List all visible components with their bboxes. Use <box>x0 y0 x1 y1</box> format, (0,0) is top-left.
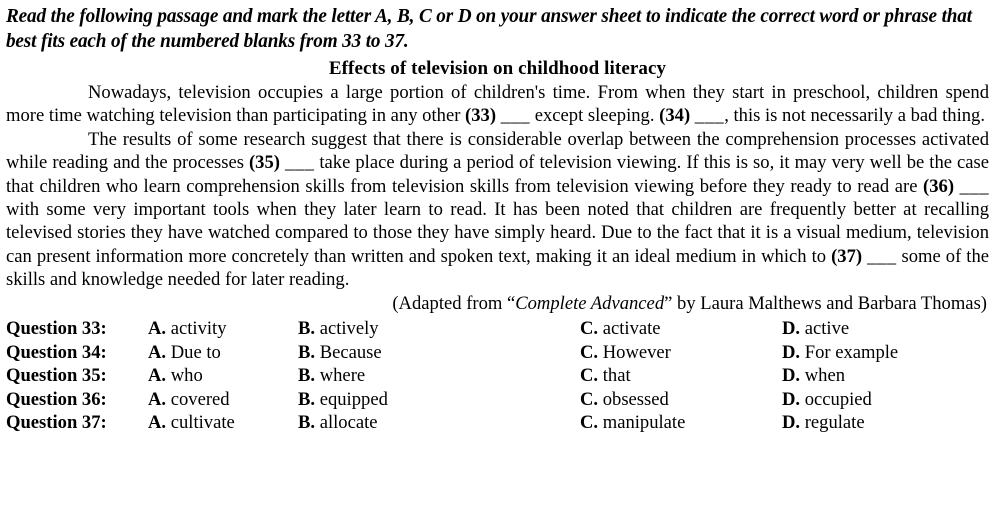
option-letter: B. <box>298 388 316 410</box>
question-list: Question 33: A. activity B. actively C. act… <box>4 317 991 435</box>
attribution-prefix: (Adapted from “ <box>392 292 516 314</box>
option-text: Because <box>315 341 382 363</box>
blank-number: (36) <box>923 175 955 197</box>
blank-underscore: ___ <box>694 105 725 127</box>
question-label: Question 36: <box>6 388 107 410</box>
option-text: regulate <box>800 412 865 434</box>
question-row: Question 33: A. activity B. actively C. act… <box>6 317 991 341</box>
option-letter: D. <box>782 365 801 387</box>
option-letter: C. <box>580 365 599 387</box>
blank-underscore: ___ <box>867 245 897 267</box>
option-text: active <box>800 318 850 340</box>
option-letter: C. <box>580 388 599 410</box>
exam-page: Read the following passage and mark the … <box>0 4 997 505</box>
option-letter: A. <box>148 365 167 387</box>
answer-option-c[interactable]: C. manipulate <box>580 411 685 435</box>
option-text: activate <box>598 318 661 340</box>
answer-option-d[interactable]: D. active <box>782 317 849 341</box>
option-letter: A. <box>148 341 167 363</box>
answer-option-a[interactable]: A. Due to <box>148 341 221 365</box>
option-text: activity <box>166 318 227 340</box>
passage-paragraph-1: Nowadays, television occupies a large po… <box>6 82 989 127</box>
option-letter: D. <box>782 388 801 410</box>
question-label: Question 34: <box>6 341 107 363</box>
option-text: cultivate <box>166 412 235 434</box>
question-row: Question 34: A. Due to B. Because C. Howeve… <box>6 341 991 365</box>
answer-option-d[interactable]: D. For example <box>782 341 898 365</box>
passage-attribution: (Adapted from “Complete Advanced” by Lau… <box>4 292 991 315</box>
option-letter: C. <box>580 341 599 363</box>
answer-option-d[interactable]: D. regulate <box>782 411 865 435</box>
option-text: For example <box>800 341 899 363</box>
answer-option-b[interactable]: B. where <box>298 364 365 388</box>
option-text: obsessed <box>598 388 669 410</box>
option-letter: C. <box>580 412 599 434</box>
passage-title: Effects of television on childhood liter… <box>328 58 667 79</box>
answer-option-a[interactable]: A. who <box>148 364 203 388</box>
option-text: where <box>315 365 366 387</box>
question-row: Question 37: A. cultivate B. allocate C. ma… <box>6 411 991 435</box>
answer-option-b[interactable]: B. actively <box>298 317 379 341</box>
option-letter: A. <box>148 388 167 410</box>
instruction-heading: Read the following passage and mark the … <box>5 6 972 52</box>
option-letter: A. <box>148 412 167 434</box>
question-row: Question 36: A. covered B. equipped C. obse… <box>6 388 991 412</box>
answer-option-d[interactable]: D. when <box>782 364 845 388</box>
answer-option-b[interactable]: B. allocate <box>298 411 378 435</box>
option-text: actively <box>315 318 379 340</box>
question-label: Question 37: <box>6 412 107 434</box>
passage-paragraph-2: The results of some research suggest tha… <box>6 128 990 291</box>
blank-number: (35) <box>248 152 280 174</box>
option-text: However <box>598 341 671 363</box>
answer-option-a[interactable]: A. activity <box>148 317 227 341</box>
answer-option-b[interactable]: B. Because <box>298 341 382 365</box>
blank-number: (37) <box>831 245 863 267</box>
option-text: manipulate <box>598 412 686 434</box>
option-text: covered <box>166 388 230 410</box>
option-letter: B. <box>298 365 316 387</box>
blank-number: (33) <box>465 105 497 127</box>
option-text: when <box>800 365 846 387</box>
answer-option-c[interactable]: C. obsessed <box>580 388 669 412</box>
option-letter: D. <box>782 412 801 434</box>
blank-underscore: ___ <box>500 105 531 127</box>
question-label: Question 35: <box>6 365 107 387</box>
option-letter: B. <box>298 412 316 434</box>
option-text: that <box>598 365 631 387</box>
answer-option-c[interactable]: C. that <box>580 364 631 388</box>
answer-option-b[interactable]: B. equipped <box>298 388 388 412</box>
blank-underscore: ___ <box>959 175 989 197</box>
option-text: equipped <box>315 388 388 410</box>
attribution-work-title: Complete Advanced <box>515 292 665 314</box>
option-text: who <box>166 365 203 387</box>
option-letter: D. <box>782 341 801 363</box>
option-letter: B. <box>298 341 316 363</box>
option-text: occupied <box>800 388 872 410</box>
option-letter: A. <box>148 318 167 340</box>
answer-option-a[interactable]: A. covered <box>148 388 230 412</box>
option-text: allocate <box>315 412 378 434</box>
question-row: Question 35: A. who B. where C. that D. when <box>6 364 991 388</box>
option-letter: B. <box>298 318 316 340</box>
question-label: Question 33: <box>6 318 107 340</box>
blank-number: (34) <box>659 105 691 127</box>
option-letter: C. <box>580 318 599 340</box>
blank-underscore: ___ <box>284 152 315 174</box>
option-letter: D. <box>782 318 801 340</box>
answer-option-d[interactable]: D. occupied <box>782 388 872 412</box>
answer-option-a[interactable]: A. cultivate <box>148 411 235 435</box>
answer-option-c[interactable]: C. activate <box>580 317 661 341</box>
answer-option-c[interactable]: C. However <box>580 341 671 365</box>
option-text: Due to <box>166 341 221 363</box>
attribution-suffix: ” by Laura Malthews and Barbara Thomas) <box>664 292 987 314</box>
